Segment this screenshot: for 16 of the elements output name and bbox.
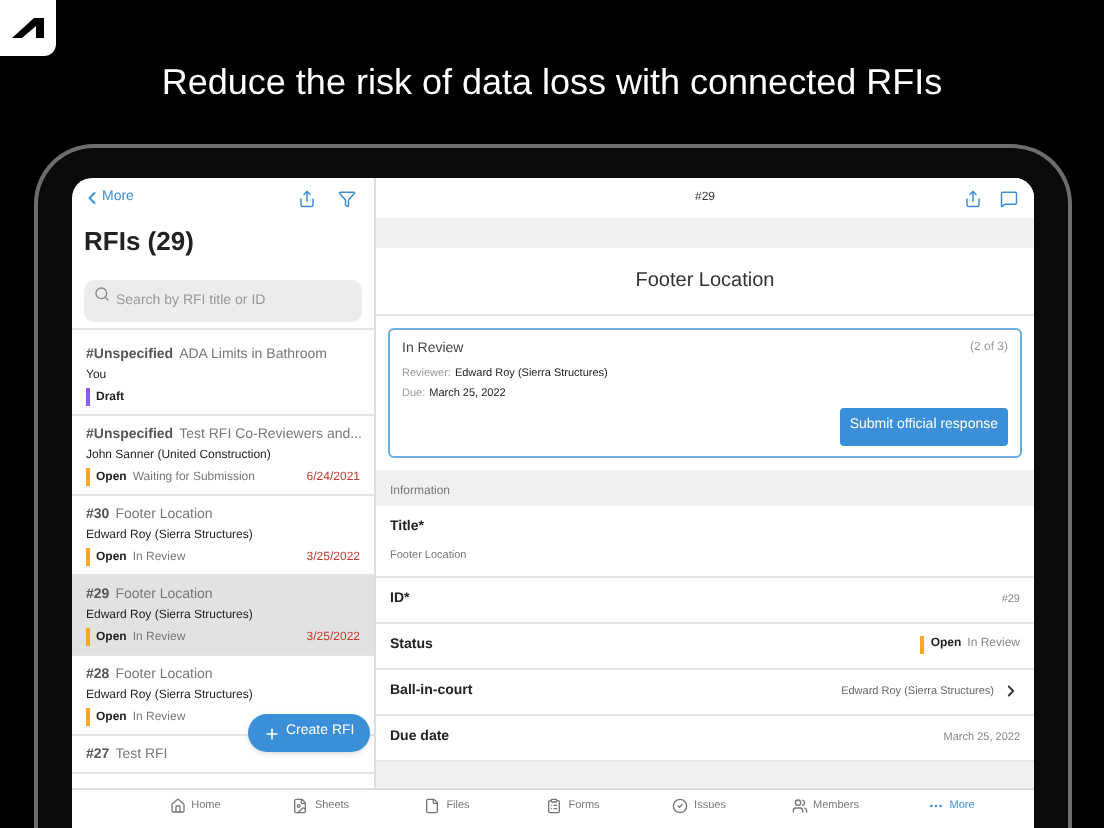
list-title: RFIs (29) — [82, 224, 196, 260]
detail-title: Footer Location — [635, 268, 775, 296]
people-icon — [791, 798, 808, 815]
house-icon — [169, 798, 186, 815]
share-icon[interactable] — [964, 189, 982, 207]
clipboard-icon — [546, 798, 563, 815]
chevron-right-icon — [1002, 682, 1020, 701]
file-icon — [424, 798, 441, 815]
search-icon — [94, 285, 110, 301]
share-icon[interactable] — [298, 189, 316, 207]
plus-icon — [264, 725, 280, 741]
comment-icon[interactable] — [1000, 189, 1018, 207]
sheet-icon — [292, 798, 309, 815]
headline: Reduce the risk of data loss with connected RFIs — [161, 60, 943, 106]
filter-icon[interactable] — [338, 189, 356, 207]
check-circle-icon — [672, 798, 689, 815]
